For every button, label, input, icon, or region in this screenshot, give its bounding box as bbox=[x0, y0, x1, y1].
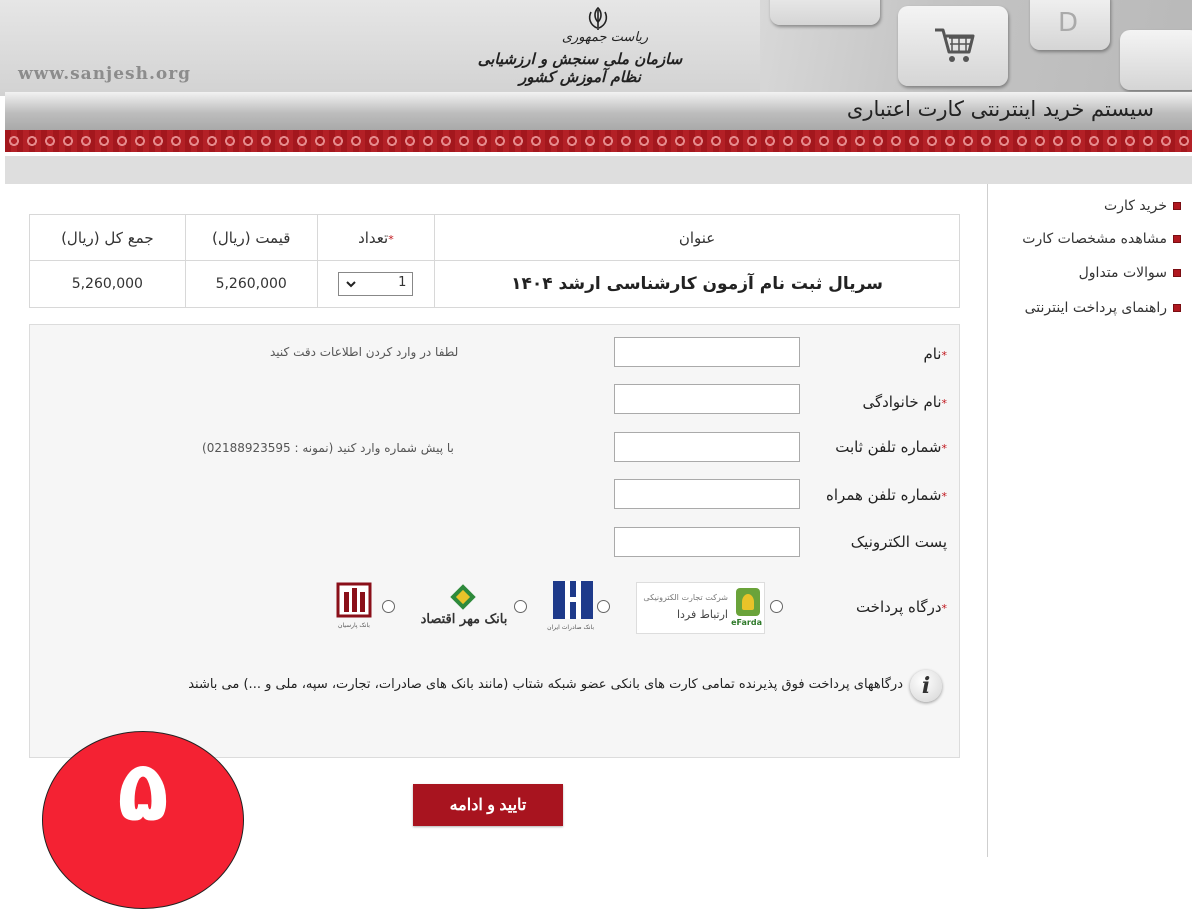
gateway-label-text: درگاه پرداخت bbox=[855, 598, 942, 616]
last-name-label-text: نام خانوادگی bbox=[862, 393, 942, 411]
first-name-label: *نام bbox=[923, 345, 947, 363]
price-cell: 5,260,000 bbox=[184, 260, 318, 308]
system-title: سیستم خرید اینترنتی کارت اعتباری bbox=[846, 97, 1154, 121]
email-label: پست الکترونیک bbox=[851, 533, 947, 551]
product-cell: سریال ثبت نام آزمون کارشناسی ارشد ۱۴۰۴ bbox=[434, 260, 960, 308]
menu-item-faq[interactable]: سوالات متداول bbox=[1079, 265, 1181, 281]
bank-parsian-icon bbox=[336, 582, 372, 618]
required-mark: * bbox=[941, 442, 948, 455]
quantity-select[interactable]: 1 bbox=[338, 272, 414, 296]
gateway-label: *درگاه پرداخت bbox=[856, 598, 947, 616]
chevron-down-icon bbox=[346, 281, 357, 288]
last-name-input[interactable] bbox=[614, 384, 800, 414]
keyboard-key bbox=[770, 0, 880, 25]
gateway-info-text: درگاههای پرداخت فوق پذیرنده تمامی کارت ه… bbox=[188, 677, 903, 692]
product-table: عنوان *تعداد قیمت (ریال) جمع کل (ریال) س… bbox=[29, 214, 960, 308]
step-number: ۵ bbox=[117, 742, 169, 840]
gateway-radio-parsian[interactable] bbox=[382, 600, 395, 613]
shopping-cart-icon bbox=[935, 28, 975, 62]
landline-hint: با پیش شماره وارد کنید (نمونه : 02188923… bbox=[202, 441, 454, 455]
gray-divider-bar bbox=[5, 156, 1192, 184]
keyboard-key bbox=[1120, 30, 1192, 90]
gateway-radio-efarda[interactable] bbox=[770, 600, 783, 613]
bank-saderat-logo: بانک صادرات ایران bbox=[547, 580, 594, 634]
bank-saderat-icon bbox=[553, 581, 593, 619]
mobile-label-text: شماره تلفن همراه bbox=[826, 486, 942, 504]
header-quantity-label: تعداد bbox=[358, 228, 389, 247]
system-title-bar: سیستم خرید اینترنتی کارت اعتباری bbox=[5, 92, 1192, 131]
required-mark: * bbox=[941, 490, 948, 503]
iran-emblem-icon bbox=[588, 6, 608, 30]
first-name-input[interactable] bbox=[614, 337, 800, 367]
landline-label: *شماره تلفن ثابت bbox=[835, 438, 947, 456]
efarda-brand-text: ارتباط فردا bbox=[676, 608, 728, 621]
quantity-value: 1 bbox=[398, 275, 407, 290]
gateway-radio-saderat[interactable] bbox=[597, 600, 610, 613]
bank-mehr-logo: بانک مهر اقتصاد bbox=[418, 582, 510, 634]
mobile-label: *شماره تلفن همراه bbox=[826, 486, 947, 504]
site-url: www.sanjesh.org bbox=[18, 64, 192, 84]
total-cell: 5,260,000 bbox=[29, 260, 186, 308]
org-subtitle: ریاست جمهوری bbox=[561, 30, 649, 45]
table-header-row: عنوان *تعداد قیمت (ریال) جمع کل (ریال) bbox=[29, 214, 960, 261]
last-name-label: *نام خانوادگی bbox=[862, 393, 947, 411]
required-mark: * bbox=[941, 349, 948, 362]
landline-input[interactable] bbox=[614, 432, 800, 462]
menu-item-buy-card[interactable]: خرید کارت bbox=[1104, 198, 1181, 214]
first-name-label-text: نام bbox=[923, 345, 942, 363]
cart-key bbox=[898, 6, 1008, 86]
buyer-form: *نام لطفا در وارد کردن اطلاعات دقت کنید … bbox=[29, 324, 960, 758]
efarda-logo: eFarda شرکت تجارت الکترونیکی ارتباط فردا bbox=[636, 582, 765, 634]
header-total: جمع کل (ریال) bbox=[29, 214, 186, 261]
header-title: عنوان bbox=[434, 214, 960, 261]
bank-parsian-text: بانک پارسیان bbox=[338, 622, 370, 629]
gateway-radio-mehr-eqtesad[interactable] bbox=[514, 600, 527, 613]
first-name-hint: لطفا در وارد کردن اطلاعات دقت کنید bbox=[270, 345, 459, 359]
key-letter: D bbox=[1058, 8, 1079, 38]
confirm-continue-button[interactable]: تایید و ادامه bbox=[413, 784, 563, 826]
efarda-logo-text: eFarda bbox=[731, 618, 762, 627]
header-price: قیمت (ریال) bbox=[184, 214, 318, 261]
keyboard-key-d: D bbox=[1030, 0, 1110, 50]
landline-label-text: شماره تلفن ثابت bbox=[835, 438, 942, 456]
side-menu: خرید کارت مشاهده مشخصات کارت سوالات متدا… bbox=[987, 184, 1192, 857]
required-mark: * bbox=[941, 602, 948, 615]
bank-saderat-text: بانک صادرات ایران bbox=[547, 624, 594, 631]
keyboard-graphic: D bbox=[760, 0, 1192, 96]
bank-mehr-icon bbox=[450, 584, 476, 610]
menu-item-payment-guide[interactable]: راهنمای پرداخت اینترنتی bbox=[1025, 300, 1181, 316]
step-number-badge: ۵ bbox=[42, 731, 244, 909]
header-quantity: *تعداد bbox=[316, 214, 436, 261]
bank-mehr-text: بانک مهر اقتصاد bbox=[420, 612, 508, 627]
email-label-text: پست الکترونیک bbox=[850, 533, 947, 551]
site-header: D www.sanjesh.org ریاست جمهوری سازمان مل… bbox=[0, 0, 1192, 96]
email-input[interactable] bbox=[614, 527, 800, 557]
efarda-leaf-icon bbox=[736, 588, 760, 616]
menu-item-view-card[interactable]: مشاهده مشخصات کارت bbox=[1022, 231, 1181, 247]
table-row: سریال ثبت نام آزمون کارشناسی ارشد ۱۴۰۴ 1… bbox=[29, 260, 960, 308]
efarda-company-text: شرکت تجارت الکترونیکی bbox=[643, 593, 728, 602]
required-mark: * bbox=[388, 232, 394, 246]
required-mark: * bbox=[941, 397, 948, 410]
product-name: سریال ثبت نام آزمون کارشناسی ارشد ۱۴۰۴ bbox=[511, 274, 883, 294]
bank-parsian-logo: بانک پارسیان bbox=[334, 580, 374, 632]
mobile-input[interactable] bbox=[614, 479, 800, 509]
org-name: سازمان ملی سنجش و ارزشیابی نظام آموزش کش… bbox=[477, 50, 683, 86]
decorative-pattern-bar bbox=[5, 130, 1192, 152]
info-icon: i bbox=[910, 670, 942, 702]
quantity-cell: 1 bbox=[316, 260, 436, 308]
